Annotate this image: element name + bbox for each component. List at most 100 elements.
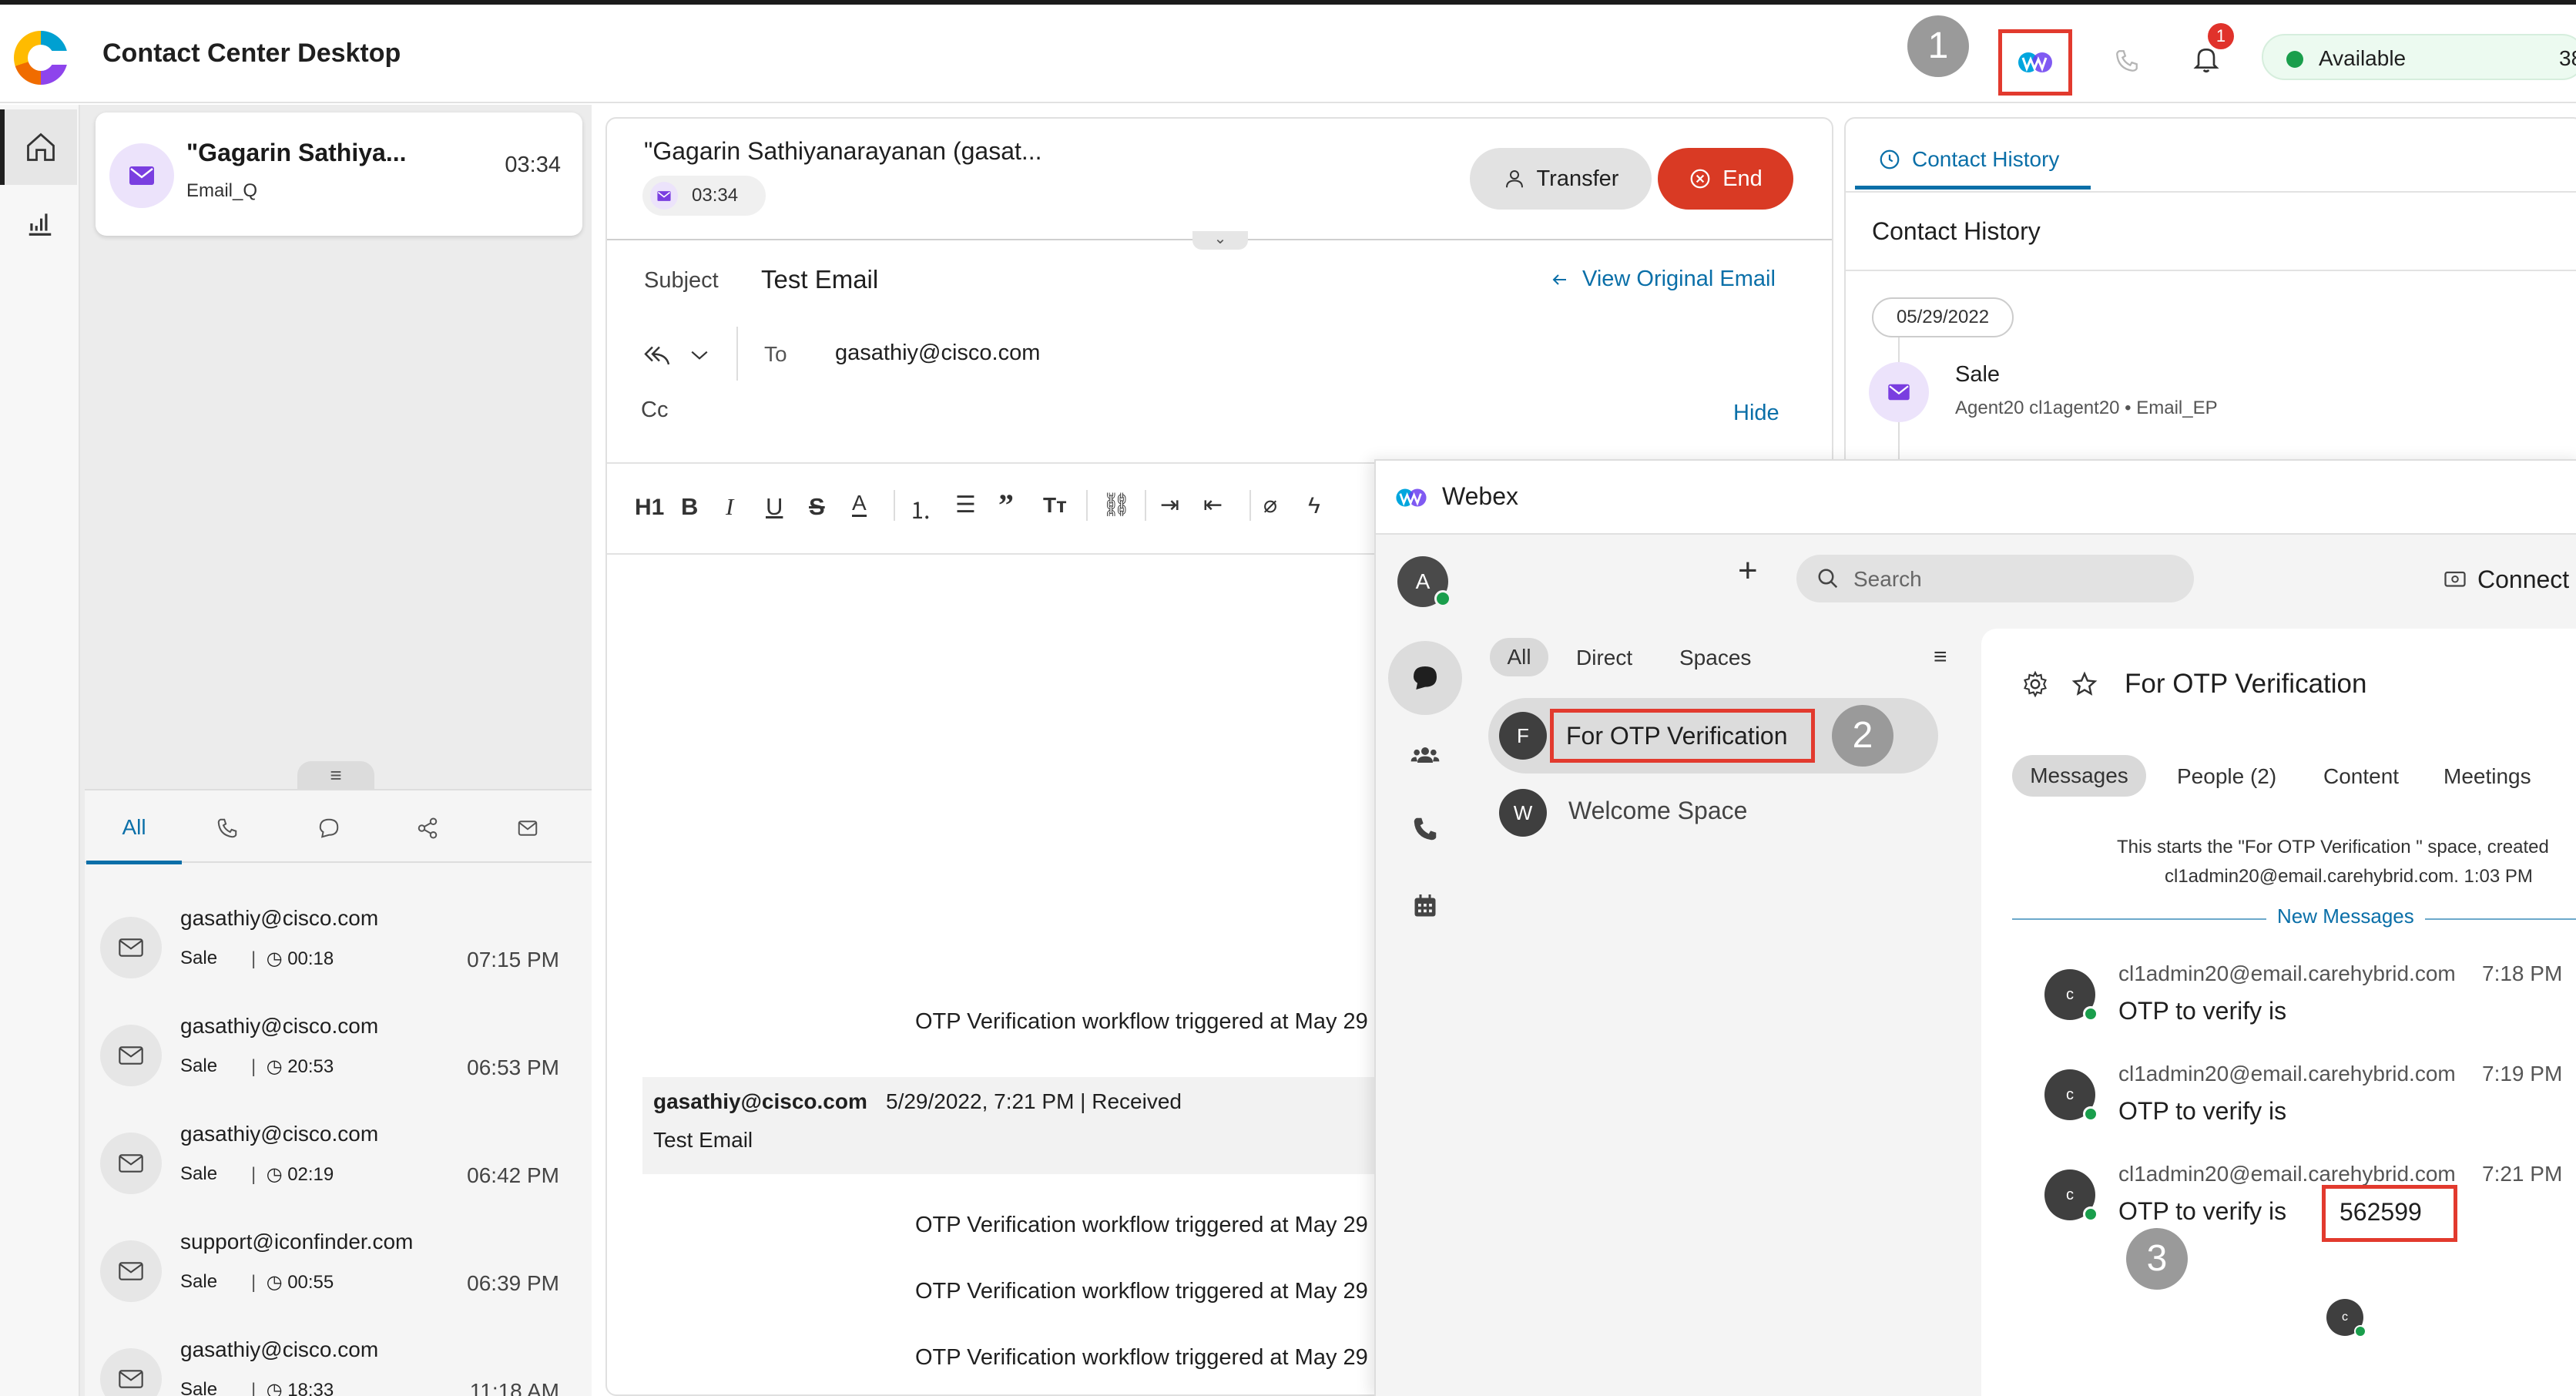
row-queue: Sale	[180, 1379, 218, 1396]
plus-icon[interactable]: +	[1738, 552, 1758, 590]
filter-direct[interactable]: Direct	[1576, 646, 1632, 670]
space-name: Welcome Space	[1568, 797, 1748, 824]
row-email: gasathiy@cisco.com	[180, 1014, 379, 1038]
row-queue: Sale	[180, 1163, 218, 1184]
font-color-button[interactable]: A	[852, 492, 867, 517]
webex-launcher-button[interactable]	[1998, 29, 2072, 96]
view-original-email-link[interactable]: View Original Email	[1548, 267, 1776, 292]
indent-button[interactable]: ⇥	[1160, 492, 1179, 518]
search-placeholder: Search	[1853, 567, 1922, 591]
history-row[interactable]: support@iconfinder.com Sale | ◷ 00:55 06…	[85, 1210, 592, 1317]
star-icon[interactable]	[2071, 670, 2098, 698]
task-email-avatar	[109, 143, 174, 208]
filter-all[interactable]: All	[1490, 638, 1548, 676]
active-task-card[interactable]: "Gagarin Sathiya... Email_Q 03:34	[96, 112, 582, 236]
webex-nav-meetings[interactable]	[1400, 881, 1450, 931]
history-row[interactable]: gasathiy@cisco.com Sale | ◷ 02:19 06:42 …	[85, 1102, 592, 1210]
history-tabs: All	[85, 789, 592, 864]
reply-options-dropdown[interactable]	[684, 336, 715, 374]
numbered-list-button[interactable]: ⒈	[909, 492, 932, 525]
hide-cc-link[interactable]: Hide	[1733, 401, 1779, 426]
presence-dot	[2083, 1006, 2098, 1022]
row-email: gasathiy@cisco.com	[180, 906, 379, 930]
tab-content[interactable]: Content	[2323, 764, 2399, 789]
tab-email[interactable]	[508, 809, 547, 847]
nav-home[interactable]	[0, 109, 77, 185]
workflow-message: OTP Verification workflow triggered at M…	[915, 1345, 1368, 1370]
workflow-message: OTP Verification workflow triggered at M…	[915, 1279, 1368, 1304]
row-queue: Sale	[180, 1055, 218, 1076]
clear-format-button[interactable]: Tт	[1043, 493, 1067, 518]
connect-button[interactable]: Connect	[2444, 565, 2569, 594]
space-item-for-otp-verification[interactable]: F For OTP Verification 2	[1488, 698, 1938, 774]
conversation-pane: For OTP Verification Messages People (2)…	[1981, 629, 2576, 1396]
space-item-welcome-space[interactable]: W Welcome Space	[1499, 783, 1930, 844]
tab-meetings[interactable]: Meetings	[2444, 764, 2531, 789]
tab-contact-history[interactable]: Contact History	[1855, 133, 2091, 190]
tab-messages[interactable]: Messages	[2012, 755, 2146, 797]
email-avatar	[650, 182, 678, 210]
agent-status-selector[interactable]: Available 38	[2262, 34, 2576, 80]
nav-analytics[interactable]	[0, 193, 80, 254]
email-avatar	[100, 1025, 162, 1086]
email-icon	[518, 820, 538, 836]
filter-spaces[interactable]: Spaces	[1679, 646, 1751, 670]
collapse-header-button[interactable]: ⌄	[1192, 231, 1248, 250]
history-row[interactable]: gasathiy@cisco.com Sale | ◷ 00:18 07:15 …	[85, 886, 592, 994]
space-avatar: F	[1499, 712, 1547, 760]
quote-button[interactable]: ”	[998, 487, 1014, 523]
underline-button[interactable]: U	[766, 493, 783, 521]
history-row[interactable]: gasathiy@cisco.com Sale | ◷ 18:33 11:18 …	[85, 1317, 592, 1396]
webex-search[interactable]: Search	[1796, 555, 2194, 602]
row-time: 06:39 PM	[467, 1271, 559, 1295]
webex-nav-calling[interactable]	[1400, 804, 1450, 854]
tab-all[interactable]: All	[86, 790, 182, 864]
heading-button[interactable]: H1	[635, 495, 664, 521]
row-duration: | ◷ 00:55	[251, 1272, 334, 1293]
quoted-meta: 5/29/2022, 7:21 PM | Received	[886, 1089, 1182, 1113]
italic-button[interactable]: I	[726, 493, 733, 521]
divider	[894, 490, 895, 521]
tab-social[interactable]	[408, 809, 447, 847]
tab-calls[interactable]	[208, 809, 247, 847]
reply-all-button[interactable]	[638, 336, 676, 374]
quoted-email-block: gasathiy@cisco.com 5/29/2022, 7:21 PM | …	[642, 1077, 1413, 1174]
bold-button[interactable]: B	[681, 493, 698, 521]
webex-nav-teams[interactable]	[1400, 730, 1450, 780]
cc-label[interactable]: Cc	[641, 398, 668, 423]
quick-reply-button[interactable]: ϟ	[1308, 493, 1320, 519]
presence-dot	[1434, 590, 1451, 607]
email-avatar	[100, 1348, 162, 1396]
notifications-button[interactable]: 1	[2185, 23, 2234, 80]
attachment-button[interactable]: ⌀	[1263, 492, 1277, 518]
home-icon	[27, 133, 55, 161]
row-email: gasathiy@cisco.com	[180, 1337, 379, 1361]
webex-nav-messaging[interactable]	[1388, 641, 1462, 715]
panel-resize-handle[interactable]: ≡	[297, 761, 374, 789]
status-timer: 38	[2559, 46, 2576, 70]
bullet-list-button[interactable]: ☰	[955, 492, 976, 518]
filter-icon[interactable]: ≡	[1934, 644, 1947, 670]
top-bar: Contact Center Desktop 1 1 Available 38	[0, 0, 2576, 103]
end-button[interactable]: End	[1658, 148, 1793, 210]
workflow-message: OTP Verification workflow triggered at M…	[915, 1009, 1368, 1034]
history-row[interactable]: gasathiy@cisco.com Sale | ◷ 20:53 06:53 …	[85, 994, 592, 1102]
strikethrough-button[interactable]: S	[809, 493, 825, 521]
to-field[interactable]: gasathiy@cisco.com	[835, 341, 1040, 366]
outdent-button[interactable]: ⇤	[1203, 492, 1223, 518]
history-entry-title[interactable]: Sale	[1955, 362, 2000, 388]
row-queue: Sale	[180, 1271, 218, 1292]
webex-header: Webex	[1376, 461, 2576, 535]
view-original-label: View Original Email	[1582, 267, 1776, 291]
step-marker-1: 1	[1907, 15, 1969, 77]
webex-icon	[2018, 52, 2052, 72]
message-text: OTP to verify is	[2118, 997, 2287, 1025]
insert-link-button[interactable]: ⛓	[1102, 492, 1131, 518]
transfer-button[interactable]: Transfer	[1470, 148, 1652, 210]
phone-button[interactable]	[2108, 42, 2146, 80]
tab-chat[interactable]	[310, 809, 348, 847]
contact-history-heading: Contact History	[1872, 217, 2041, 245]
message-time: 7:21 PM	[2482, 1162, 2563, 1186]
gear-icon[interactable]	[2021, 670, 2049, 698]
tab-people[interactable]: People (2)	[2177, 764, 2276, 789]
